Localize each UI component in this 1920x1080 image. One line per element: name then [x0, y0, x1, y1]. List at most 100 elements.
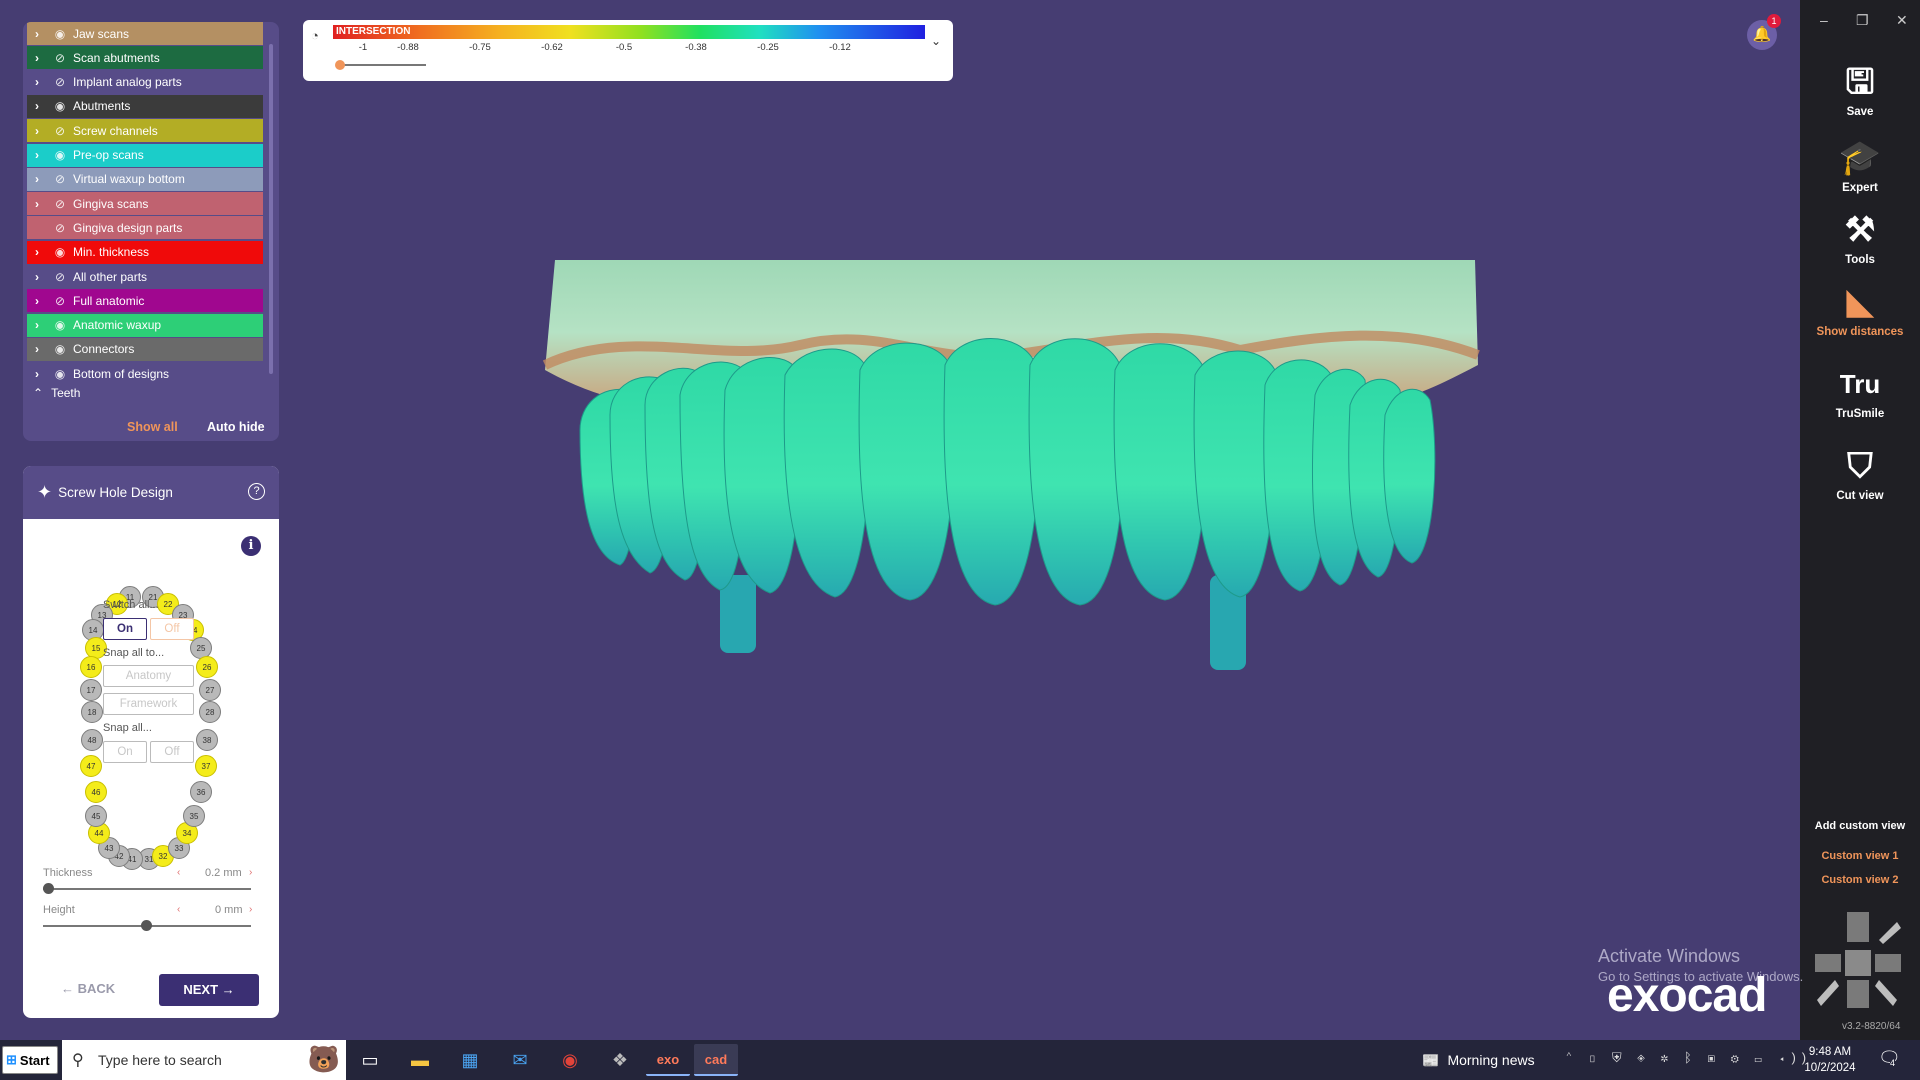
layer-row[interactable]: › ◉ Abutments — [27, 94, 263, 118]
chevron-right-icon[interactable]: › — [27, 75, 47, 89]
snap-framework-button[interactable]: Framework — [103, 693, 194, 715]
tooth-46[interactable]: 46 — [85, 781, 107, 803]
expert-button[interactable]: 🎓 Expert — [1800, 138, 1920, 194]
tooth-38[interactable]: 38 — [196, 729, 218, 751]
clock[interactable]: 9:48 AM 10/2/2024 — [1800, 1044, 1860, 1076]
tooth-28[interactable]: 28 — [199, 701, 221, 723]
chevron-right-icon[interactable]: › — [27, 148, 47, 162]
cut-view-button[interactable]: ⛉ Cut view — [1800, 446, 1920, 502]
chevron-right-icon[interactable]: › — [27, 51, 47, 65]
height-slider-thumb[interactable] — [141, 920, 152, 931]
eye-off-icon[interactable]: ⊘ — [47, 221, 73, 235]
chevron-right-icon[interactable]: › — [27, 245, 47, 259]
layer-scrollbar[interactable] — [269, 44, 273, 374]
colorbar-slider-thumb[interactable] — [335, 60, 345, 70]
app-icon[interactable]: ❖ — [598, 1044, 642, 1076]
teeth-group[interactable]: ⌃ Teeth — [33, 386, 80, 400]
taskbar-search[interactable]: ⚲ Type here to search 🐻 — [62, 1040, 346, 1080]
chevron-right-icon[interactable]: › — [27, 294, 47, 308]
auto-hide-button[interactable]: Auto hide — [207, 420, 265, 434]
system-tray[interactable]: ⌃ ▯ ⛨ ◈ ✲ ᛒ ▣ ⚙ ▭ ◂)) — [1565, 1050, 1812, 1066]
chevron-right-icon[interactable]: › — [27, 197, 47, 211]
layer-row[interactable]: › ⊘ Screw channels — [27, 119, 263, 143]
chevron-right-icon[interactable]: › — [27, 318, 47, 332]
eye-icon[interactable]: ◉ — [47, 99, 73, 113]
layer-row[interactable]: › ◉ Min. thickness — [27, 240, 263, 264]
layer-row[interactable]: › ⊘ All other parts — [27, 265, 263, 288]
eye-off-icon[interactable]: ⊘ — [47, 197, 73, 211]
layer-row[interactable]: › ⊘ Scan abutments — [27, 46, 263, 70]
chevron-down-icon[interactable]: ⌄ — [931, 34, 941, 48]
tooth-48[interactable]: 48 — [81, 729, 103, 751]
snap-all-on-button[interactable]: On — [103, 741, 147, 763]
eye-off-icon[interactable]: ⊘ — [47, 294, 73, 308]
custom-view-1-button[interactable]: Custom view 1 — [1800, 850, 1920, 862]
tooth-35[interactable]: 35 — [183, 805, 205, 827]
view-navigation-cube[interactable] — [1815, 910, 1903, 1010]
tooth-45[interactable]: 45 — [85, 805, 107, 827]
layer-row[interactable]: › ◉ Bottom of designs — [27, 362, 263, 386]
eye-off-icon[interactable]: ⊘ — [47, 75, 73, 89]
snap-all-off-button[interactable]: Off — [150, 741, 194, 763]
eye-off-icon[interactable]: ⊘ — [47, 270, 73, 284]
chevron-right-icon[interactable]: › — [27, 172, 47, 186]
layer-row[interactable]: ⊘ Gingiva design parts — [27, 216, 263, 240]
layer-row[interactable]: › ◉ Anatomic waxup — [27, 313, 263, 337]
tooth-37[interactable]: 37 — [195, 755, 217, 777]
tooth-18[interactable]: 18 — [81, 701, 103, 723]
height-increase-icon[interactable]: › — [249, 904, 252, 915]
tooth-47[interactable]: 47 — [80, 755, 102, 777]
thickness-slider-thumb[interactable] — [43, 883, 54, 894]
layer-row[interactable]: › ⊘ Virtual waxup bottom — [27, 167, 263, 191]
layer-row[interactable]: › ◉ Pre-op scans — [27, 143, 263, 167]
chevron-right-icon[interactable]: › — [27, 367, 47, 381]
save-button[interactable]: 🖫 Save — [1800, 62, 1920, 118]
layer-row[interactable]: › ◉ Connectors — [27, 337, 263, 361]
eye-icon[interactable]: ◉ — [47, 245, 73, 259]
tooth-26[interactable]: 26 — [196, 656, 218, 678]
show-distances-button[interactable]: ◣ Show distances — [1800, 282, 1920, 338]
task-view-icon[interactable]: ▭ — [348, 1044, 392, 1076]
help-icon[interactable]: ? — [248, 483, 265, 500]
close-icon[interactable]: ✕ — [1896, 12, 1908, 29]
thickness-increase-icon[interactable]: › — [249, 867, 252, 878]
chevron-right-icon[interactable]: › — [27, 99, 47, 113]
layer-row[interactable]: › ⊘ Gingiva scans — [27, 192, 263, 216]
layer-row[interactable]: › ⊘ Full anatomic — [27, 289, 263, 313]
eye-icon[interactable]: ◉ — [47, 27, 73, 41]
tooth-36[interactable]: 36 — [190, 781, 212, 803]
height-decrease-icon[interactable]: ‹ — [177, 904, 180, 915]
eye-off-icon[interactable]: ⊘ — [47, 124, 73, 138]
thickness-decrease-icon[interactable]: ‹ — [177, 867, 180, 878]
tools-button[interactable]: ⚒ Tools — [1800, 210, 1920, 266]
chevron-right-icon[interactable]: › — [27, 270, 47, 284]
add-custom-view-button[interactable]: Add custom view — [1800, 820, 1920, 832]
eye-off-icon[interactable]: ⊘ — [47, 51, 73, 65]
mail-icon[interactable]: ✉ — [498, 1044, 542, 1076]
eye-icon[interactable]: ◉ — [47, 148, 73, 162]
gauge-icon[interactable]: ◔ — [311, 28, 319, 43]
info-icon[interactable]: i — [241, 536, 261, 556]
3d-viewport[interactable] — [540, 255, 1490, 675]
eye-icon[interactable]: ◉ — [47, 342, 73, 356]
action-center-icon[interactable]: 🗨4 — [1878, 1048, 1901, 1069]
next-button[interactable]: NEXT → — [159, 974, 259, 1006]
start-button[interactable]: ⊞ Start — [2, 1046, 58, 1074]
switch-all-on-button[interactable]: On — [103, 618, 147, 640]
news-widget[interactable]: 📰 Morning news — [1422, 1040, 1535, 1080]
snap-anatomy-button[interactable]: Anatomy — [103, 665, 194, 687]
tooth-16[interactable]: 16 — [80, 656, 102, 678]
trusmile-button[interactable]: Tru TruSmile — [1800, 364, 1920, 420]
microsoft-store-icon[interactable]: ▦ — [448, 1044, 492, 1076]
thickness-slider-track[interactable] — [43, 888, 251, 890]
layer-row[interactable]: › ◉ Jaw scans — [27, 22, 263, 45]
switch-all-off-button[interactable]: Off — [150, 618, 194, 640]
minimize-icon[interactable]: – — [1820, 12, 1828, 28]
eye-off-icon[interactable]: ⊘ — [47, 172, 73, 186]
layer-row[interactable]: › ⊘ Implant analog parts — [27, 70, 263, 94]
notification-bell-icon[interactable]: 🔔 1 — [1747, 14, 1781, 50]
eye-icon[interactable]: ◉ — [47, 318, 73, 332]
colorbar-slider-track[interactable] — [338, 64, 426, 66]
chevron-right-icon[interactable]: › — [27, 124, 47, 138]
restore-icon[interactable]: ❐ — [1856, 12, 1869, 29]
